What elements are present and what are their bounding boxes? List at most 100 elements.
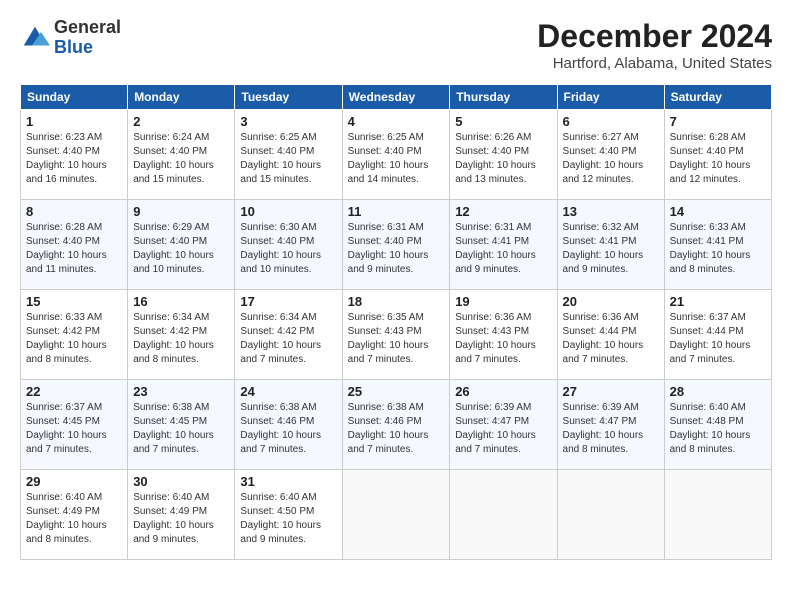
day-number: 12	[455, 204, 551, 219]
day-info: Sunrise: 6:34 AMSunset: 4:42 PMDaylight:…	[240, 311, 336, 367]
day-info: Sunrise: 6:28 AMSunset: 4:40 PMDaylight:…	[670, 131, 766, 187]
col-sunday: Sunday	[21, 85, 128, 110]
calendar-cell	[450, 470, 557, 560]
day-number: 27	[563, 384, 659, 399]
day-number: 13	[563, 204, 659, 219]
day-number: 31	[240, 474, 336, 489]
col-thursday: Thursday	[450, 85, 557, 110]
col-tuesday: Tuesday	[235, 85, 342, 110]
day-info: Sunrise: 6:33 AMSunset: 4:41 PMDaylight:…	[670, 221, 766, 277]
calendar-cell: 9 Sunrise: 6:29 AMSunset: 4:40 PMDaylight…	[128, 200, 235, 290]
calendar-cell: 25 Sunrise: 6:38 AMSunset: 4:46 PMDayligh…	[342, 380, 450, 470]
day-number: 9	[133, 204, 229, 219]
day-number: 1	[26, 114, 122, 129]
day-info: Sunrise: 6:36 AMSunset: 4:43 PMDaylight:…	[455, 311, 551, 367]
day-info: Sunrise: 6:24 AMSunset: 4:40 PMDaylight:…	[133, 131, 229, 187]
day-info: Sunrise: 6:32 AMSunset: 4:41 PMDaylight:…	[563, 221, 659, 277]
calendar-cell	[664, 470, 771, 560]
calendar-week-1: 1Sunrise: 6:23 AMSunset: 4:40 PMDaylight…	[21, 110, 772, 200]
calendar-cell: 15 Sunrise: 6:33 AMSunset: 4:42 PMDayligh…	[21, 290, 128, 380]
day-info: Sunrise: 6:40 AMSunset: 4:48 PMDaylight:…	[670, 401, 766, 457]
subtitle: Hartford, Alabama, United States	[537, 55, 772, 72]
calendar-cell: 18Sunrise: 6:35 AMSunset: 4:43 PMDayligh…	[342, 290, 450, 380]
day-info: Sunrise: 6:25 AMSunset: 4:40 PMDaylight:…	[348, 131, 445, 187]
day-info: Sunrise: 6:31 AMSunset: 4:41 PMDaylight:…	[455, 221, 551, 277]
title-block: December 2024 Hartford, Alabama, United …	[537, 18, 772, 72]
logo-blue: Blue	[54, 37, 93, 57]
day-number: 3	[240, 114, 336, 129]
day-number: 16	[133, 294, 229, 309]
calendar-week-2: 8 Sunrise: 6:28 AMSunset: 4:40 PMDaylight…	[21, 200, 772, 290]
calendar-cell: 4 Sunrise: 6:25 AMSunset: 4:40 PMDaylight…	[342, 110, 450, 200]
day-number: 4	[348, 114, 445, 129]
calendar-cell: 22 Sunrise: 6:37 AMSunset: 4:45 PMDayligh…	[21, 380, 128, 470]
day-info: Sunrise: 6:28 AMSunset: 4:40 PMDaylight:…	[26, 221, 122, 277]
day-number: 11	[348, 204, 445, 219]
calendar-cell: 10 Sunrise: 6:30 AMSunset: 4:40 PMDayligh…	[235, 200, 342, 290]
calendar-cell: 27 Sunrise: 6:39 AMSunset: 4:47 PMDayligh…	[557, 380, 664, 470]
page-container: General Blue December 2024 Hartford, Ala…	[0, 0, 792, 570]
calendar-cell: 2Sunrise: 6:24 AMSunset: 4:40 PMDaylight…	[128, 110, 235, 200]
calendar-cell: 28 Sunrise: 6:40 AMSunset: 4:48 PMDayligh…	[664, 380, 771, 470]
day-info: Sunrise: 6:33 AMSunset: 4:42 PMDaylight:…	[26, 311, 122, 367]
day-info: Sunrise: 6:30 AMSunset: 4:40 PMDaylight:…	[240, 221, 336, 277]
calendar-cell: 29Sunrise: 6:40 AMSunset: 4:49 PMDayligh…	[21, 470, 128, 560]
day-number: 6	[563, 114, 659, 129]
day-number: 28	[670, 384, 766, 399]
calendar-cell: 31 Sunrise: 6:40 AMSunset: 4:50 PMDayligh…	[235, 470, 342, 560]
calendar-cell: 23Sunrise: 6:38 AMSunset: 4:45 PMDayligh…	[128, 380, 235, 470]
calendar-cell	[557, 470, 664, 560]
calendar-cell: 17 Sunrise: 6:34 AMSunset: 4:42 PMDayligh…	[235, 290, 342, 380]
day-number: 26	[455, 384, 551, 399]
calendar-cell	[342, 470, 450, 560]
day-info: Sunrise: 6:39 AMSunset: 4:47 PMDaylight:…	[455, 401, 551, 457]
day-info: Sunrise: 6:29 AMSunset: 4:40 PMDaylight:…	[133, 221, 229, 277]
calendar-cell: 30Sunrise: 6:40 AMSunset: 4:49 PMDayligh…	[128, 470, 235, 560]
day-info: Sunrise: 6:38 AMSunset: 4:46 PMDaylight:…	[348, 401, 445, 457]
day-info: Sunrise: 6:35 AMSunset: 4:43 PMDaylight:…	[348, 311, 445, 367]
col-monday: Monday	[128, 85, 235, 110]
calendar-header-row: Sunday Monday Tuesday Wednesday Thursday…	[21, 85, 772, 110]
day-info: Sunrise: 6:39 AMSunset: 4:47 PMDaylight:…	[563, 401, 659, 457]
header-row: General Blue December 2024 Hartford, Ala…	[20, 18, 772, 72]
logo-icon	[20, 23, 50, 53]
logo-text: General Blue	[54, 18, 121, 58]
day-info: Sunrise: 6:38 AMSunset: 4:46 PMDaylight:…	[240, 401, 336, 457]
day-number: 22	[26, 384, 122, 399]
logo: General Blue	[20, 18, 121, 58]
calendar-cell: 5 Sunrise: 6:26 AMSunset: 4:40 PMDaylight…	[450, 110, 557, 200]
calendar-cell: 24 Sunrise: 6:38 AMSunset: 4:46 PMDayligh…	[235, 380, 342, 470]
calendar-cell: 11 Sunrise: 6:31 AMSunset: 4:40 PMDayligh…	[342, 200, 450, 290]
main-title: December 2024	[537, 18, 772, 55]
calendar-cell: 19Sunrise: 6:36 AMSunset: 4:43 PMDayligh…	[450, 290, 557, 380]
calendar-week-5: 29Sunrise: 6:40 AMSunset: 4:49 PMDayligh…	[21, 470, 772, 560]
calendar-cell: 21Sunrise: 6:37 AMSunset: 4:44 PMDayligh…	[664, 290, 771, 380]
day-number: 7	[670, 114, 766, 129]
day-info: Sunrise: 6:40 AMSunset: 4:49 PMDaylight:…	[26, 491, 122, 547]
calendar-cell: 26 Sunrise: 6:39 AMSunset: 4:47 PMDayligh…	[450, 380, 557, 470]
day-number: 20	[563, 294, 659, 309]
day-number: 25	[348, 384, 445, 399]
day-number: 17	[240, 294, 336, 309]
day-info: Sunrise: 6:36 AMSunset: 4:44 PMDaylight:…	[563, 311, 659, 367]
day-info: Sunrise: 6:37 AMSunset: 4:45 PMDaylight:…	[26, 401, 122, 457]
logo-general: General	[54, 17, 121, 37]
day-info: Sunrise: 6:31 AMSunset: 4:40 PMDaylight:…	[348, 221, 445, 277]
calendar-cell: 20 Sunrise: 6:36 AMSunset: 4:44 PMDayligh…	[557, 290, 664, 380]
calendar-table: Sunday Monday Tuesday Wednesday Thursday…	[20, 84, 772, 560]
day-number: 5	[455, 114, 551, 129]
calendar-cell: 8 Sunrise: 6:28 AMSunset: 4:40 PMDaylight…	[21, 200, 128, 290]
day-number: 14	[670, 204, 766, 219]
calendar-cell: 16Sunrise: 6:34 AMSunset: 4:42 PMDayligh…	[128, 290, 235, 380]
day-number: 10	[240, 204, 336, 219]
day-info: Sunrise: 6:25 AMSunset: 4:40 PMDaylight:…	[240, 131, 336, 187]
day-number: 8	[26, 204, 122, 219]
day-number: 24	[240, 384, 336, 399]
day-info: Sunrise: 6:40 AMSunset: 4:50 PMDaylight:…	[240, 491, 336, 547]
day-number: 15	[26, 294, 122, 309]
day-info: Sunrise: 6:26 AMSunset: 4:40 PMDaylight:…	[455, 131, 551, 187]
day-info: Sunrise: 6:40 AMSunset: 4:49 PMDaylight:…	[133, 491, 229, 547]
calendar-cell: 12 Sunrise: 6:31 AMSunset: 4:41 PMDayligh…	[450, 200, 557, 290]
calendar-cell: 13 Sunrise: 6:32 AMSunset: 4:41 PMDayligh…	[557, 200, 664, 290]
day-info: Sunrise: 6:38 AMSunset: 4:45 PMDaylight:…	[133, 401, 229, 457]
